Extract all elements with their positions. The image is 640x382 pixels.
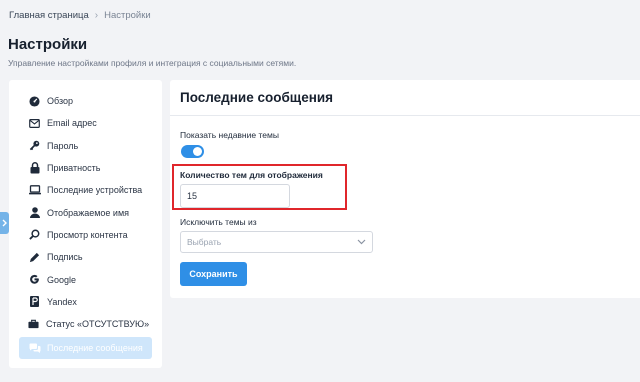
key-icon bbox=[28, 139, 41, 152]
sidebar-item-password[interactable]: Пароль bbox=[9, 135, 162, 157]
sidebar-item-label: Последние сообщения bbox=[47, 343, 143, 354]
sidebar-item-away-status[interactable]: Статус «ОТСУТСТВУЮ» bbox=[9, 313, 162, 335]
laptop-icon bbox=[28, 184, 41, 197]
sidebar-item-label: Последние устройства bbox=[47, 185, 143, 196]
sidebar-item-label: Google bbox=[47, 274, 77, 285]
save-button[interactable]: Сохранить bbox=[180, 262, 247, 286]
show-recent-toggle[interactable] bbox=[181, 145, 204, 158]
panel-title: Последние сообщения bbox=[170, 80, 640, 116]
briefcase-icon bbox=[27, 318, 40, 331]
sidebar-toggle-button[interactable] bbox=[0, 212, 9, 234]
select-placeholder: Выбрать bbox=[187, 237, 222, 247]
sidebar-item-email[interactable]: Email адрес bbox=[9, 112, 162, 134]
sidebar-item-yandex[interactable]: Yandex bbox=[9, 291, 162, 313]
sidebar-item-signature[interactable]: Подпись bbox=[9, 246, 162, 268]
sidebar-item-recent-messages[interactable]: Последние сообщения bbox=[19, 337, 152, 360]
page-title: Настройки bbox=[8, 36, 88, 53]
google-icon bbox=[28, 273, 41, 286]
breadcrumb-current: Настройки bbox=[104, 10, 151, 21]
sidebar-item-label: Приватность bbox=[47, 163, 101, 174]
sidebar-item-label: Отображаемое имя bbox=[47, 207, 130, 218]
chevron-right-icon bbox=[2, 219, 7, 227]
sidebar-item-devices[interactable]: Последние устройства bbox=[9, 179, 162, 201]
sidebar-item-label: Подпись bbox=[47, 252, 83, 263]
breadcrumb-home-link[interactable]: Главная страница bbox=[9, 10, 89, 21]
yandex-icon bbox=[28, 295, 41, 308]
breadcrumb: Главная страница › Настройки bbox=[9, 10, 151, 21]
show-recent-label: Показать недавние темы bbox=[180, 130, 279, 140]
magnifier-icon bbox=[28, 228, 41, 241]
sidebar-item-label: Пароль bbox=[47, 140, 79, 151]
mail-icon bbox=[28, 117, 41, 130]
sidebar-item-display-name[interactable]: Отображаемое имя bbox=[9, 201, 162, 223]
lock-icon bbox=[28, 162, 41, 175]
topic-count-input[interactable]: 15 bbox=[180, 184, 290, 208]
exclude-label: Исключить темы из bbox=[180, 217, 257, 227]
sidebar-item-label: Статус «ОТСУТСТВУЮ» bbox=[46, 319, 150, 330]
sidebar-item-label: Email адрес bbox=[47, 118, 97, 129]
dashboard-icon bbox=[28, 95, 41, 108]
recent-messages-panel: Последние сообщения Показать недавние те… bbox=[170, 80, 640, 298]
sidebar-item-privacy[interactable]: Приватность bbox=[9, 157, 162, 179]
sidebar-item-label: Просмотр контента bbox=[47, 229, 128, 240]
sidebar-item-overview[interactable]: Обзор bbox=[9, 90, 162, 112]
exclude-topics-select[interactable]: Выбрать bbox=[180, 231, 373, 253]
sidebar-item-label: Yandex bbox=[47, 296, 77, 307]
user-icon bbox=[28, 206, 41, 219]
chevron-right-icon: › bbox=[94, 10, 99, 21]
toggle-knob bbox=[193, 147, 202, 156]
count-label: Количество тем для отображения bbox=[180, 170, 323, 180]
pen-icon bbox=[28, 251, 41, 264]
chevron-down-icon bbox=[357, 239, 366, 245]
sidebar-item-google[interactable]: Google bbox=[9, 268, 162, 290]
chat-icon bbox=[28, 342, 41, 355]
page-subtitle: Управление настройками профиля и интегра… bbox=[8, 58, 297, 68]
sidebar-item-label: Обзор bbox=[47, 96, 73, 107]
sidebar-item-content-view[interactable]: Просмотр контента bbox=[9, 224, 162, 246]
settings-sidebar: Обзор Email адрес Пароль Приватность Пос… bbox=[9, 80, 162, 368]
